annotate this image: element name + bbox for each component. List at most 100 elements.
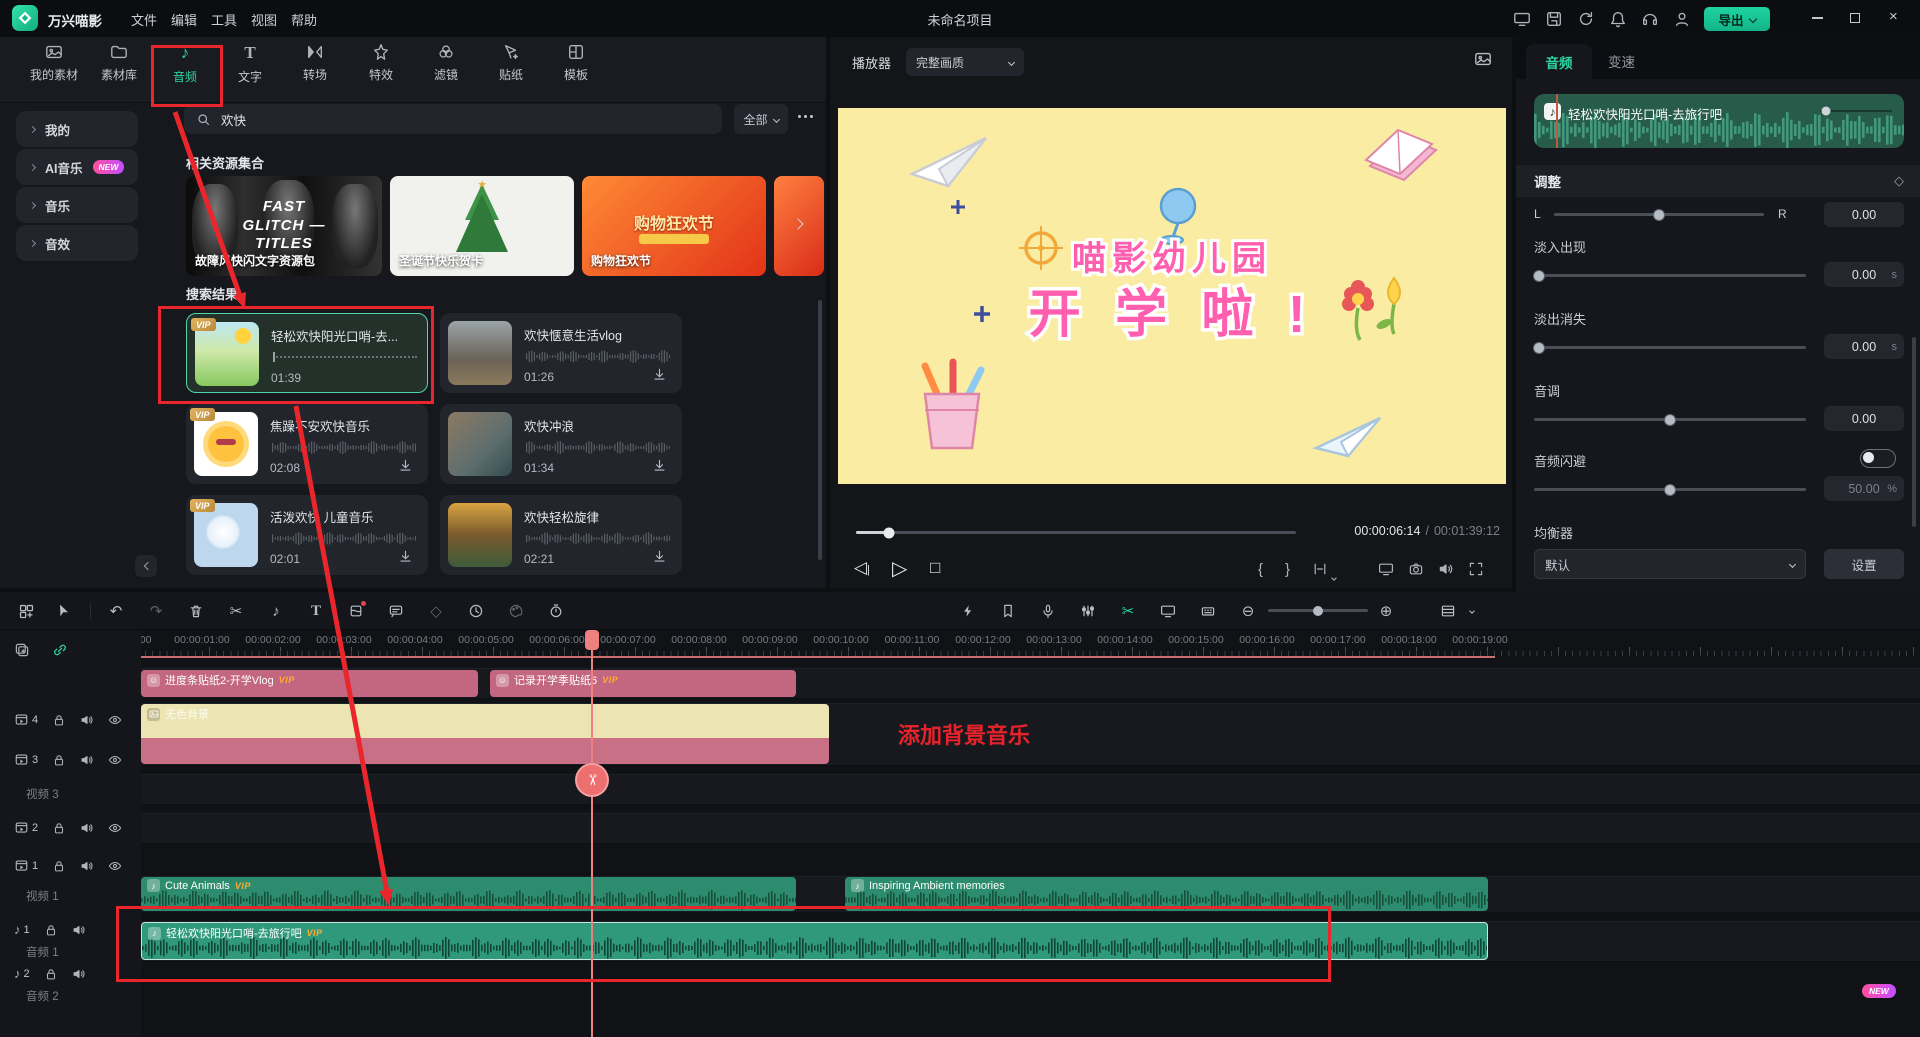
download-icon[interactable] [398,549,414,565]
audio-result[interactable]: 欢快冲浪 01:34 [440,404,682,484]
audio-result[interactable]: 欢快轻松旋律 02:21 [440,495,682,575]
search-input[interactable]: 欢快 [184,104,722,134]
render-preview-icon[interactable] [958,601,978,621]
track-lane-video1[interactable] [141,813,1920,844]
account-icon[interactable] [1672,9,1692,29]
delete-icon[interactable] [186,601,206,621]
visibility-icon[interactable] [108,821,122,835]
menu-file[interactable]: 文件 [131,10,157,29]
previous-frame-icon[interactable]: ◁| [854,558,870,578]
equalizer-settings-button[interactable]: 设置 [1824,549,1904,579]
record-voiceover-icon[interactable] [1038,601,1058,621]
keyframe-diamond-icon[interactable]: ◇ [1894,173,1904,189]
balance-value[interactable]: 0.00 [1824,202,1904,227]
audio-mixer-icon[interactable] [1078,601,1098,621]
ducking-slider[interactable] [1534,488,1806,491]
track-header-video3[interactable]: 3 [0,752,141,767]
snapshot-display-icon[interactable] [1158,601,1178,621]
color-palette-icon[interactable] [506,601,526,621]
mask-crop-icon[interactable] [346,601,366,621]
sidebar-item-music[interactable]: 音乐 [16,187,138,223]
collection-card-xmas[interactable]: ★ 圣诞节快乐贺卡 [390,176,574,276]
tab-stock-media[interactable]: 素材库 [86,43,152,99]
scroll-right-chevron[interactable] [794,215,802,233]
inspector-scrollbar[interactable] [1912,337,1916,527]
pitch-value[interactable]: 0.00 [1824,406,1904,431]
mute-icon[interactable] [80,713,94,727]
fade-out-slider[interactable] [1534,346,1806,349]
tab-transitions[interactable]: 转场 [282,43,348,99]
preview-image-icon[interactable] [1474,50,1492,68]
tab-effects[interactable]: 特效 [348,43,414,99]
ducking-toggle[interactable] [1860,449,1896,468]
tab-audio-settings[interactable]: 音频 [1526,44,1592,79]
tab-templates[interactable]: 模板 [543,43,609,99]
range-dropdown-chevron[interactable] [1332,567,1336,585]
audio-result[interactable]: 欢快惬意生活vlog 01:26 [440,313,682,393]
lock-icon[interactable] [44,923,58,937]
lock-icon[interactable] [52,821,66,835]
track-manager-chevron[interactable] [1462,601,1482,621]
stop-icon[interactable]: □ [930,558,940,578]
visibility-icon[interactable] [108,753,122,767]
timeline-zoom-slider[interactable] [1268,609,1368,612]
menu-tools[interactable]: 工具 [211,10,237,29]
media-blocks-icon[interactable] [16,601,36,621]
snapshot-camera-icon[interactable] [1408,561,1424,577]
download-icon[interactable] [652,458,668,474]
zoom-out-icon[interactable]: ⊖ [1238,601,1258,621]
menu-edit[interactable]: 编辑 [171,10,197,29]
collapse-sidebar-button[interactable] [135,555,157,577]
clip-volume-slider[interactable] [1820,110,1892,112]
balance-slider[interactable] [1554,213,1764,216]
fade-in-value[interactable]: 0.00s [1824,262,1904,287]
download-icon[interactable] [652,549,668,565]
mirror-display-icon[interactable] [1378,561,1394,577]
clip-background[interactable]: 无色背景 [141,704,829,764]
download-icon[interactable] [652,367,668,383]
fade-out-value[interactable]: 0.00s [1824,334,1904,359]
zoom-in-icon[interactable]: ⊕ [1376,601,1396,621]
tab-text[interactable]: T文字 [217,43,283,99]
download-icon[interactable] [398,458,414,474]
undo-icon[interactable]: ↶ [106,601,126,621]
display-mode-icon[interactable] [1512,9,1532,29]
lock-icon[interactable] [44,967,58,981]
quick-split-icon[interactable]: ✂ [1118,601,1138,621]
quality-dropdown[interactable]: 完整画质 [906,48,1024,76]
fullscreen-icon[interactable] [1468,561,1484,577]
playhead-handle[interactable] [585,630,599,650]
add-to-track-icon[interactable] [14,642,30,658]
visibility-icon[interactable] [108,713,122,727]
media-scrollbar[interactable] [818,300,822,560]
mute-icon[interactable] [80,859,94,873]
mark-out-icon[interactable]: } [1285,561,1290,578]
track-lane-video2[interactable] [141,774,1920,805]
mark-in-icon[interactable]: { [1258,561,1263,578]
playback-progress-bar[interactable] [856,531,1296,534]
track-manager-icon[interactable] [1438,601,1458,621]
timer-icon[interactable] [546,601,566,621]
menu-help[interactable]: 帮助 [291,10,317,29]
fade-in-slider[interactable] [1534,274,1806,277]
sidebar-item-mine[interactable]: 我的 [16,111,138,147]
link-clips-icon[interactable] [52,642,68,658]
equalizer-preset-dropdown[interactable]: 默认 [1534,549,1806,579]
clip-sticker2[interactable]: ☺记录开学季贴纸6VIP [490,670,796,697]
add-text-icon[interactable]: T [306,601,326,621]
collection-card-shopping[interactable]: 购物狂欢节 购物狂欢节 [582,176,766,276]
split-scissors-icon[interactable]: ✂ [226,601,246,621]
collection-card-glitch[interactable]: FASTGLITCH —TITLES 故障风快闪文字资源包 [186,176,382,276]
support-icon[interactable] [1640,9,1660,29]
maximize-button[interactable] [1850,13,1860,23]
close-button[interactable]: × [1889,8,1898,25]
shortcut-keyboard-icon[interactable] [1198,601,1218,621]
speech-to-text-icon[interactable] [386,601,406,621]
redo-icon[interactable]: ↷ [146,601,166,621]
mute-icon[interactable] [72,967,86,981]
range-select-icon[interactable] [1312,561,1328,577]
play-icon[interactable]: ▷ [892,556,907,581]
clip-sticker1[interactable]: ☺进度条贴纸2-开学VlogVIP [141,670,478,697]
sidebar-item-ai-music[interactable]: AI音乐NEW [16,149,138,185]
selected-audio-clip-card[interactable]: ♪ 轻松欢快阳光口哨-去旅行吧 [1534,94,1904,148]
